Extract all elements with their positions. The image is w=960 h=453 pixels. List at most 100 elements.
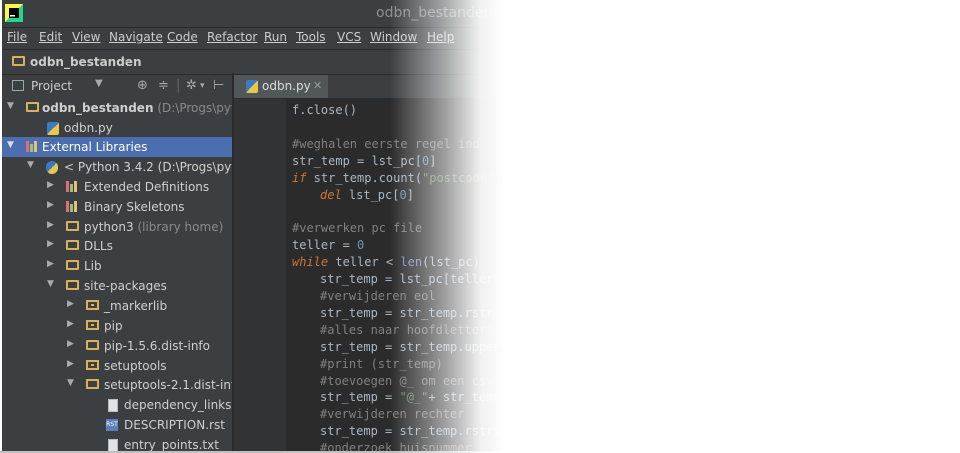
tree-item-entry-points[interactable]: entry_points.txt: [2, 435, 232, 451]
navigation-bar: odbn_bestanden ›: [2, 49, 940, 75]
collapsed-arrow-icon[interactable]: ▶: [67, 359, 74, 369]
text-file-icon: [108, 439, 118, 451]
expanded-arrow-icon[interactable]: ▼: [47, 279, 54, 289]
code-line: #alles naar hoofdletters: [320, 323, 494, 337]
folder-icon: [66, 221, 79, 231]
tree-item-odbn-py[interactable]: odbn.py: [2, 118, 232, 138]
tree-item-python3[interactable]: ▶ python3 (library home): [2, 217, 232, 237]
gear-icon[interactable]: ✲: [186, 78, 197, 93]
collapsed-arrow-icon[interactable]: ▶: [47, 259, 54, 269]
folder-icon: [66, 240, 79, 250]
menu-window[interactable]: Window: [370, 30, 417, 44]
editor-gutter: [234, 99, 286, 451]
menu-refactor[interactable]: Refactor: [207, 30, 257, 44]
tree-item-dependency-links[interactable]: dependency_links.txt: [2, 395, 232, 415]
toolbar-separator: |: [176, 78, 181, 93]
menu-view[interactable]: View: [72, 30, 100, 44]
tree-item-site-packages[interactable]: ▼ site-packages: [2, 276, 232, 296]
library-icon: [26, 141, 39, 152]
project-panel-header: Project ▼ ⊕ ≑ | ✲ ▾ ⊢: [2, 75, 232, 99]
project-view-selector[interactable]: Project: [31, 79, 72, 93]
tree-hint: (library home): [137, 220, 224, 234]
editor-tab-bar: odbn.py ✕: [234, 75, 940, 99]
collapsed-arrow-icon[interactable]: ▶: [47, 239, 54, 249]
tree-item-python-sdk[interactable]: ▼ < Python 3.4.2 (D:\Progs\python: [2, 157, 232, 177]
scroll-from-source-icon[interactable]: ⊕: [137, 78, 148, 93]
collapsed-arrow-icon[interactable]: ▶: [47, 220, 54, 230]
tree-item-root[interactable]: ▼ odbn_bestanden (D:\Progs\pythonp: [2, 98, 232, 118]
menu-edit[interactable]: Edit: [39, 30, 62, 44]
code-line: str_temp = str_temp.rstri: [320, 424, 501, 438]
code-line: #print (str_temp): [320, 357, 443, 371]
code-line: str_temp = lst_pc[teller]: [320, 272, 501, 286]
tree-label: odbn_bestanden: [42, 101, 154, 115]
tree-item-markerlib[interactable]: ▶ _markerlib: [2, 296, 232, 316]
tree-path: (D:\Progs\pythonp: [157, 101, 232, 115]
collapsed-arrow-icon[interactable]: ▶: [47, 180, 54, 190]
library-icon: [66, 201, 79, 212]
tree-item-description[interactable]: RST DESCRIPTION.rst: [2, 415, 232, 435]
code-line: str_temp = "@_"+ str_temp: [320, 390, 501, 404]
tree-item-setuptools-dist-info[interactable]: ▼ setuptools-2.1.dist-info: [2, 375, 232, 395]
collapsed-arrow-icon[interactable]: ▶: [47, 200, 54, 210]
menu-code[interactable]: Code: [167, 30, 198, 44]
image-frame-right: [938, 0, 940, 453]
tree-item-lib[interactable]: ▶ Lib: [2, 256, 232, 276]
tree-item-external-libraries[interactable]: ▼ External Libraries: [2, 137, 232, 157]
expanded-arrow-icon[interactable]: ▼: [27, 160, 34, 170]
tree-item-pip-dist-info[interactable]: ▶ pip-1.5.6.dist-info: [2, 336, 232, 356]
package-icon: [86, 320, 99, 330]
menu-help[interactable]: Help: [427, 30, 454, 44]
tab-odbn-py[interactable]: odbn.py ✕: [234, 75, 328, 98]
library-icon: [66, 181, 79, 192]
code-line: #verwijderen eol: [320, 289, 436, 303]
close-icon[interactable]: ✕: [313, 79, 322, 92]
folder-icon: [66, 260, 79, 270]
code-line: del lst_pc[0]: [320, 188, 414, 202]
collapsed-arrow-icon[interactable]: ▶: [67, 299, 74, 309]
tree-item-pip[interactable]: ▶ pip: [2, 316, 232, 336]
code-line: while teller < len(lst_pc): [292, 255, 480, 269]
code-line: str_temp = str_temp.rstri: [320, 306, 501, 320]
tree-label: External Libraries: [42, 140, 148, 154]
tab-label: odbn.py: [262, 79, 311, 93]
menu-tools[interactable]: Tools: [296, 30, 326, 44]
tree-label: Lib: [84, 259, 102, 273]
tree-label: site-packages: [84, 279, 167, 293]
expanded-arrow-icon[interactable]: ▼: [67, 378, 74, 388]
tree-label: pip: [104, 319, 123, 333]
tree-item-extended-definitions[interactable]: ▶ Extended Definitions: [2, 177, 232, 197]
collapsed-arrow-icon[interactable]: ▶: [67, 339, 74, 349]
tree-item-setuptools[interactable]: ▶ setuptools: [2, 356, 232, 376]
code-line: #verwerken pc file: [292, 221, 423, 235]
tree-label: Binary Skeletons: [84, 200, 185, 214]
project-view-icon: [12, 80, 24, 91]
hide-panel-icon[interactable]: ⊢: [213, 78, 224, 93]
chevron-down-icon[interactable]: ▼: [95, 78, 103, 89]
pycharm-logo-icon: [5, 4, 23, 22]
expanded-arrow-icon[interactable]: ▼: [7, 140, 14, 150]
code-line: f.close(): [292, 103, 358, 117]
tree-label: DESCRIPTION.rst: [124, 418, 225, 432]
folder-icon: [86, 379, 99, 389]
title-bar: odbn_bestanden: [2, 0, 940, 27]
menu-vcs[interactable]: VCS: [337, 30, 361, 44]
tree-item-dlls[interactable]: ▶ DLLs: [2, 236, 232, 256]
menu-run[interactable]: Run: [264, 30, 287, 44]
folder-icon: [26, 102, 39, 112]
expanded-arrow-icon[interactable]: ▼: [7, 101, 14, 111]
tree-label: _markerlib: [104, 299, 168, 313]
collapse-all-icon[interactable]: ≑: [158, 78, 169, 93]
code-editor[interactable]: f.close() #weghalen eerste regel ind str…: [234, 99, 940, 451]
package-icon: [86, 300, 99, 310]
tree-label: DLLs: [84, 239, 113, 253]
menu-file[interactable]: File: [7, 30, 27, 44]
menu-navigate[interactable]: Navigate: [109, 30, 163, 44]
gear-dropdown-icon[interactable]: ▾: [200, 81, 205, 91]
collapsed-arrow-icon[interactable]: ▶: [67, 319, 74, 329]
text-file-icon: [108, 399, 118, 412]
python-file-icon: [246, 80, 258, 93]
tree-item-binary-skeletons[interactable]: ▶ Binary Skeletons: [2, 197, 232, 217]
python-file-icon: [47, 122, 59, 135]
code-line: str_temp = lst_pc[0]: [292, 154, 437, 168]
